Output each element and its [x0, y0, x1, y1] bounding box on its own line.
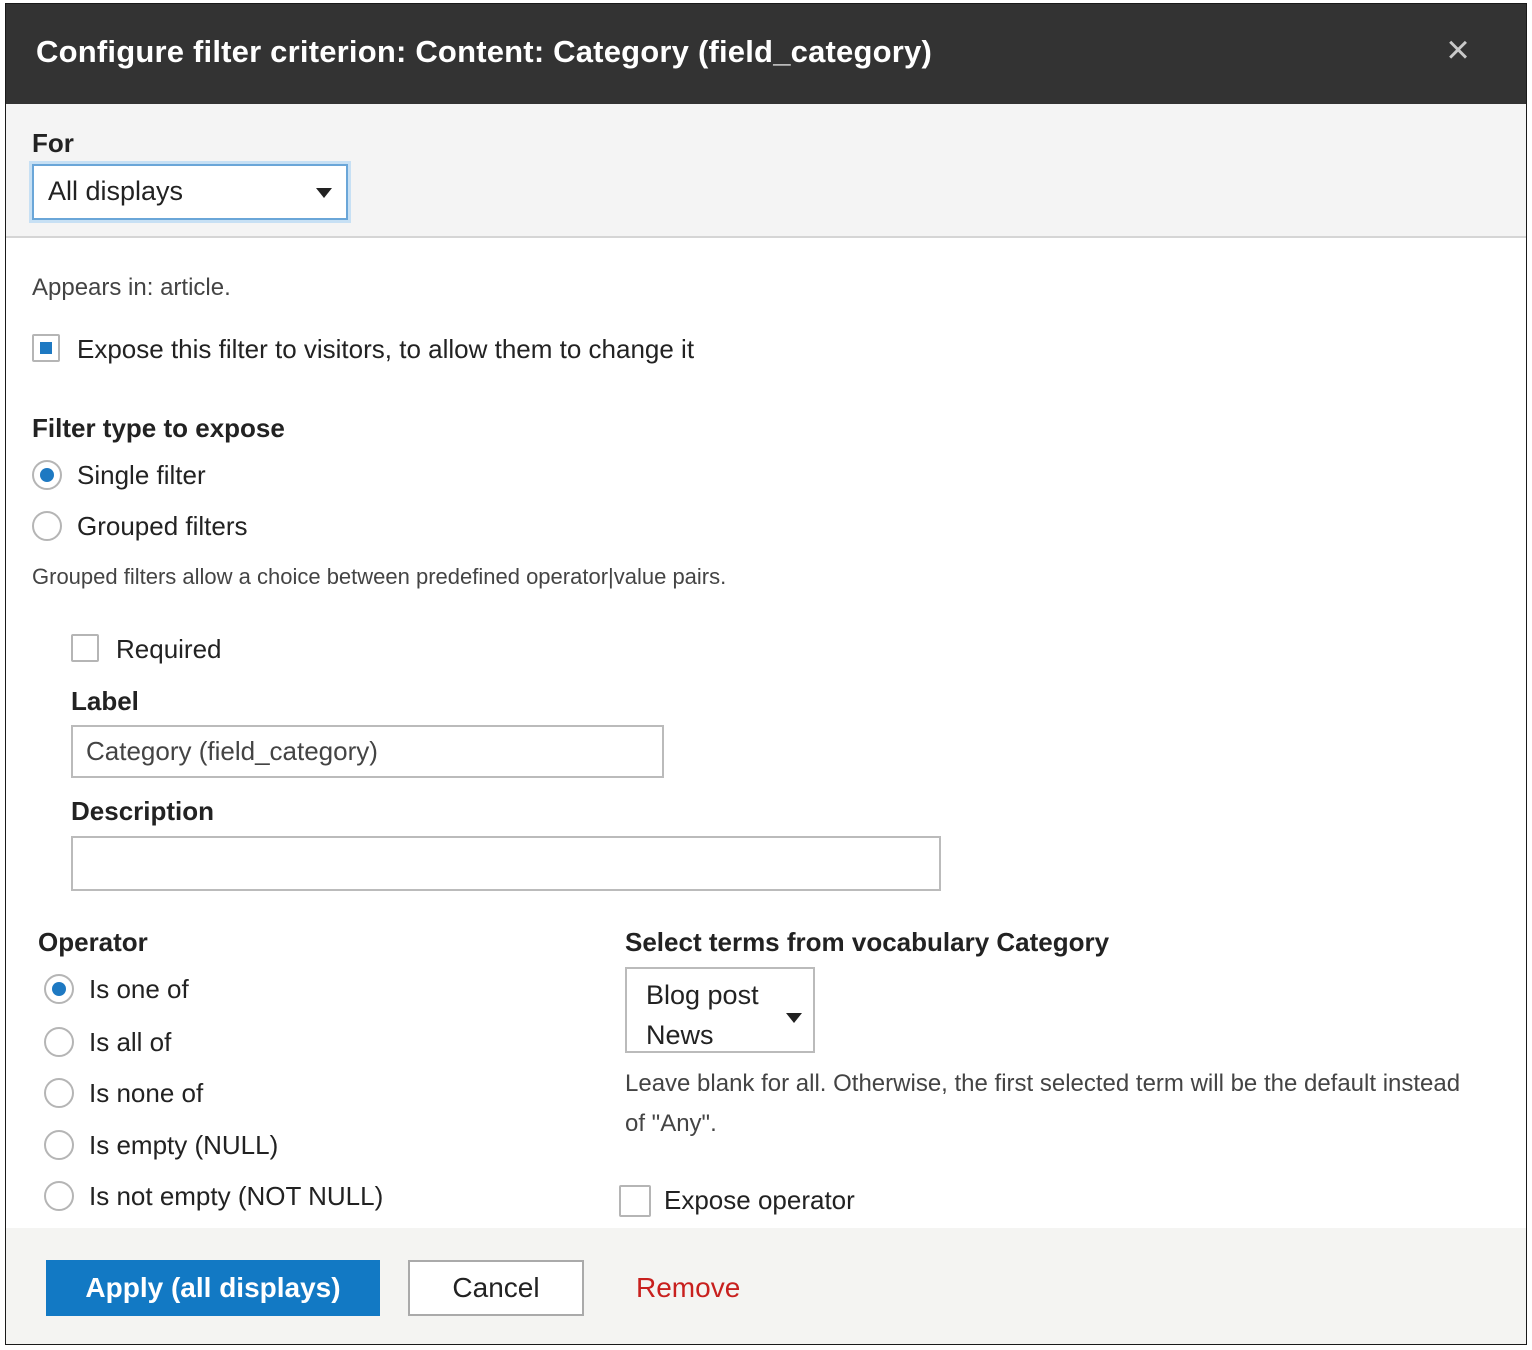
operator-is-empty-radio[interactable]: [44, 1130, 74, 1160]
appears-in-text: Appears in: article.: [32, 274, 231, 301]
close-icon[interactable]: ×: [1438, 30, 1478, 70]
dialog-footer: Apply (all displays) Cancel Remove: [6, 1228, 1526, 1344]
expose-operator-label: Expose operator: [664, 1185, 855, 1215]
label-input[interactable]: Category (field_category): [71, 725, 664, 778]
remove-link[interactable]: Remove: [636, 1260, 740, 1316]
single-filter-label: Single filter: [77, 460, 206, 490]
terms-option-blog-post[interactable]: Blog post: [646, 975, 813, 1015]
operator-is-not-empty-radio[interactable]: [44, 1181, 74, 1211]
description-input[interactable]: [71, 836, 941, 891]
required-checkbox[interactable]: [71, 634, 99, 662]
single-filter-radio[interactable]: [32, 460, 62, 490]
expose-label: Expose this filter to visitors, to allow…: [77, 334, 695, 364]
expose-checkbox[interactable]: [32, 334, 60, 362]
description-heading: Description: [71, 796, 215, 826]
operator-heading: Operator: [38, 927, 148, 957]
dialog-titlebar: Configure filter criterion: Content: Cat…: [6, 4, 1526, 104]
operator-is-none-of-label: Is none of: [89, 1078, 204, 1108]
terms-select[interactable]: Blog post News: [625, 967, 815, 1053]
filter-type-heading: Filter type to expose: [32, 413, 285, 443]
required-label: Required: [116, 634, 222, 664]
cancel-button[interactable]: Cancel: [408, 1260, 584, 1316]
label-heading: Label: [71, 686, 139, 716]
operator-is-all-of-label: Is all of: [89, 1027, 172, 1057]
for-select[interactable]: All displays: [32, 164, 348, 220]
chevron-down-icon: [316, 188, 332, 198]
operator-is-empty-label: Is empty (NULL): [89, 1130, 279, 1160]
filter-type-help: Grouped filters allow a choice between p…: [32, 564, 727, 589]
for-section: For All displays: [6, 104, 1526, 238]
operator-is-one-of-label: Is one of: [89, 974, 189, 1004]
for-select-value: All displays: [48, 176, 184, 206]
operator-is-none-of-radio[interactable]: [44, 1078, 74, 1108]
grouped-filters-label: Grouped filters: [77, 511, 248, 541]
for-label: For: [32, 128, 74, 158]
grouped-filters-radio[interactable]: [32, 511, 62, 541]
filter-dialog: Configure filter criterion: Content: Cat…: [6, 4, 1526, 1344]
dialog-title: Configure filter criterion: Content: Cat…: [36, 34, 932, 69]
apply-button[interactable]: Apply (all displays): [46, 1260, 380, 1316]
expose-operator-checkbox[interactable]: [619, 1185, 651, 1217]
operator-is-one-of-radio[interactable]: [44, 974, 74, 1004]
operator-is-not-empty-label: Is not empty (NOT NULL): [89, 1181, 384, 1211]
operator-is-all-of-radio[interactable]: [44, 1027, 74, 1057]
terms-help: Leave blank for all. Otherwise, the firs…: [625, 1070, 1461, 1137]
chevron-down-icon: [786, 1013, 802, 1023]
terms-heading: Select terms from vocabulary Category: [625, 927, 1110, 957]
